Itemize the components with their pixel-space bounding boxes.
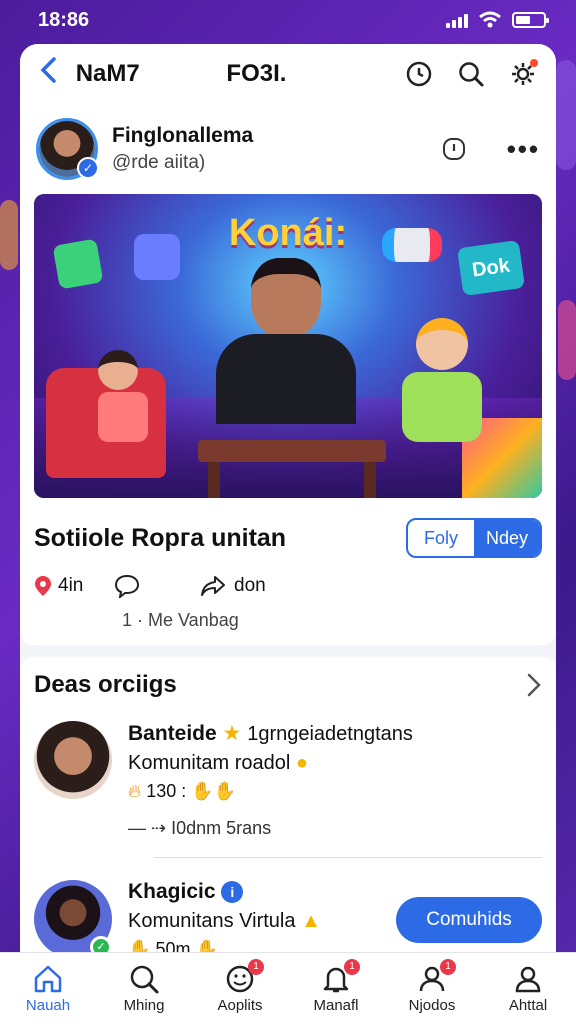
background-tile bbox=[558, 300, 576, 380]
battery-icon bbox=[512, 12, 549, 28]
clock-icon bbox=[406, 61, 432, 87]
notification-dot bbox=[530, 59, 538, 67]
tab-title[interactable]: FO3I. bbox=[226, 60, 396, 88]
segmented-toggle: Foly Ndey bbox=[406, 518, 542, 558]
post-card: Dok Konái: Sotiiole Rорга unitan Foly Nd… bbox=[20, 194, 556, 645]
avatar[interactable] bbox=[34, 721, 112, 799]
nav-badge: 1 bbox=[344, 959, 360, 975]
app-title: NaM7 bbox=[75, 60, 140, 87]
clap-icon: ✋✋ bbox=[191, 781, 237, 801]
post-subtext: 1 · Me Vanbag bbox=[122, 610, 239, 630]
nav-label: Nauah bbox=[25, 997, 71, 1014]
nav-item-notifications[interactable]: 1 Manafl bbox=[288, 959, 384, 1014]
nav-item-friends[interactable]: 1 Njodos bbox=[384, 959, 480, 1014]
chevron-right-icon[interactable] bbox=[526, 672, 542, 698]
host-figure bbox=[216, 258, 356, 428]
list-item-footer: — ⇢ I0dnm 5rans bbox=[128, 818, 272, 838]
list-item-title: Khagicic i bbox=[128, 880, 396, 904]
nav-label: Mhing bbox=[123, 997, 165, 1014]
search-icon bbox=[459, 62, 484, 87]
search-icon bbox=[130, 965, 159, 994]
like-count: 4in bbox=[58, 575, 84, 596]
fire-icon: 🔥︎ bbox=[128, 781, 142, 801]
post-hero-image[interactable]: Dok Konái: bbox=[34, 194, 542, 498]
emoji-icon: ● bbox=[295, 752, 308, 774]
join-community-button[interactable]: Comuhids bbox=[396, 897, 542, 943]
wifi-icon bbox=[479, 11, 501, 28]
post-title: Sotiiole Rорга unitan bbox=[34, 523, 287, 552]
emoji-icon: ▲ bbox=[301, 910, 321, 932]
chevron-left-icon bbox=[40, 57, 56, 83]
background-tile bbox=[556, 60, 576, 170]
status-icons bbox=[446, 11, 549, 29]
bottom-navigation: Nauah Mhing 1 Aoplits 1 Manafl 1 Njodos … bbox=[0, 952, 576, 1024]
post-title-row: Sotiiole Rорга unitan Foly Ndey bbox=[34, 518, 542, 558]
main-card: NaM7 FO3I. ✓ Finglonallema @rde aiita) •… bbox=[20, 44, 556, 974]
list-item-body: Khagicic i Komunitans Virtula ▲ ✋ 50m ✋ bbox=[128, 880, 396, 960]
info-icon: i bbox=[221, 881, 244, 904]
section-header: Deas orciigs bbox=[34, 671, 542, 699]
search-button[interactable] bbox=[456, 59, 486, 89]
child-figure bbox=[402, 318, 482, 468]
list-item[interactable]: Banteide ★ 1grngeiadetngtans Komunitam r… bbox=[34, 721, 542, 839]
location-pin-icon[interactable] bbox=[34, 575, 52, 597]
top-bar: NaM7 FO3I. bbox=[20, 44, 556, 104]
list-item[interactable]: ✓ Khagicic i Komunitans Virtula ▲ ✋ 50m … bbox=[34, 880, 542, 960]
profile-row: ✓ Finglonallema @rde aiita) ••• bbox=[20, 104, 556, 194]
star-icon: ★ bbox=[222, 722, 248, 745]
avatar[interactable]: ✓ bbox=[36, 118, 99, 180]
community-section: Deas orciigs Banteide ★ 1grngeiadetngtan… bbox=[20, 657, 556, 974]
list-item-subtitle: 1grngeiadetngtans bbox=[247, 723, 413, 745]
back-button[interactable] bbox=[38, 55, 76, 93]
avatar[interactable]: ✓ bbox=[34, 880, 112, 958]
list-item-name: Khagicic bbox=[128, 880, 216, 903]
background-tile bbox=[0, 200, 18, 270]
nav-label: Manafl bbox=[313, 997, 359, 1014]
nav-item-profile[interactable]: Ahttal bbox=[480, 963, 576, 1014]
game-table bbox=[198, 440, 386, 498]
profile-name[interactable]: Finglonallema bbox=[112, 124, 441, 148]
share-count: don bbox=[234, 575, 266, 596]
nav-badge: 1 bbox=[440, 959, 456, 975]
toggle-option-follow[interactable]: Foly bbox=[408, 520, 474, 556]
nav-item-search[interactable]: Mhing bbox=[96, 963, 192, 1014]
section-title: Deas orciigs bbox=[34, 671, 177, 698]
nav-label: Njodos bbox=[408, 997, 456, 1014]
list-item-line: Komunitam roadol ● bbox=[128, 752, 308, 774]
status-time: 18:86 bbox=[38, 8, 90, 31]
toggle-option-ready[interactable]: Ndey bbox=[474, 520, 540, 556]
profile-handle: @rde aiita) bbox=[112, 152, 206, 173]
signal-icon bbox=[446, 12, 468, 28]
divider bbox=[154, 857, 542, 858]
clock-button[interactable] bbox=[404, 59, 434, 89]
nav-label: Aoplits bbox=[217, 997, 263, 1014]
power-icon[interactable] bbox=[441, 136, 467, 162]
comment-icon[interactable] bbox=[114, 574, 140, 598]
list-item-line: Komunitans Virtula ▲ bbox=[128, 910, 321, 932]
profile-text: Finglonallema @rde aiita) bbox=[112, 124, 441, 174]
child-figure bbox=[98, 350, 148, 470]
home-icon bbox=[34, 965, 62, 993]
nav-label: Ahttal bbox=[508, 997, 548, 1014]
list-item-meta: 🔥︎ 130 : ✋✋ bbox=[128, 781, 237, 801]
nav-badge: 1 bbox=[248, 959, 264, 975]
top-icons bbox=[404, 59, 538, 89]
list-item-title: Banteide ★ 1grngeiadetngtans bbox=[128, 721, 542, 746]
more-options-button[interactable]: ••• bbox=[507, 134, 540, 165]
hero-title: Konái: bbox=[228, 212, 348, 254]
status-bar: 18:86 bbox=[0, 0, 576, 40]
profile-icon bbox=[515, 966, 541, 993]
verified-icon: ✓ bbox=[77, 157, 99, 179]
settings-button[interactable] bbox=[508, 59, 538, 89]
list-item-name: Banteide bbox=[128, 722, 217, 745]
post-meta-row: 4in don bbox=[34, 574, 542, 598]
nav-item-apps[interactable]: 1 Aoplits bbox=[192, 959, 288, 1014]
list-item-body: Banteide ★ 1grngeiadetngtans Komunitam r… bbox=[128, 721, 542, 839]
nav-item-home[interactable]: Nauah bbox=[0, 963, 96, 1014]
share-icon[interactable] bbox=[200, 574, 226, 598]
